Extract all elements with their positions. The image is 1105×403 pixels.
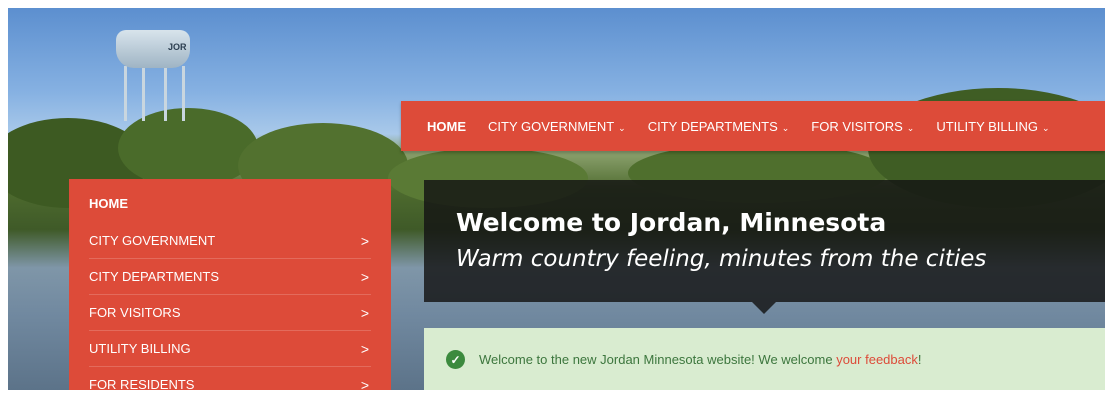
welcome-subtitle: Warm country feeling, minutes from the c…	[456, 246, 987, 272]
chevron-right-icon: >	[360, 376, 369, 393]
tower-leg	[182, 66, 185, 121]
chevron-down-icon: ⌄	[781, 122, 790, 133]
side-nav-utility-billing[interactable]: UTILITY BILLING >	[89, 331, 371, 367]
welcome-title: Welcome to Jordan, Minnesota	[456, 208, 887, 237]
side-nav-for-visitors[interactable]: FOR VISITORS >	[89, 295, 371, 331]
chevron-right-icon: >	[360, 232, 369, 249]
tower-leg	[164, 66, 167, 121]
chevron-down-icon: ⌄	[906, 122, 915, 133]
side-nav-home[interactable]: HOME	[89, 179, 371, 223]
top-nav-city-government[interactable]: CITY GOVERNMENT ⌄	[488, 119, 626, 134]
top-nav-utility-billing[interactable]: UTILITY BILLING ⌄	[936, 119, 1049, 134]
top-navigation-bar: HOME CITY GOVERNMENT ⌄ CITY DEPARTMENTS ⌄ …	[401, 101, 1105, 151]
side-nav-city-departments[interactable]: CITY DEPARTMENTS >	[89, 259, 371, 295]
side-nav-label: HOME	[89, 195, 128, 211]
side-nav-for-residents[interactable]: FOR RESIDENTS >	[89, 367, 371, 403]
check-circle-icon: ✓	[446, 350, 465, 369]
top-nav-city-departments[interactable]: CITY DEPARTMENTS ⌄	[648, 119, 790, 134]
feedback-link[interactable]: your feedback	[836, 352, 918, 367]
chevron-right-icon: >	[360, 304, 369, 321]
side-nav-label: CITY DEPARTMENTS	[89, 269, 220, 284]
chevron-right-icon: >	[360, 268, 369, 285]
chevron-right-icon: >	[360, 340, 369, 357]
top-nav-for-visitors[interactable]: FOR VISITORS ⌄	[811, 119, 914, 134]
tower-leg	[124, 66, 127, 121]
side-navigation-menu: HOME CITY GOVERNMENT > CITY DEPARTMENTS …	[69, 179, 391, 403]
tree-foliage	[118, 108, 258, 188]
side-nav-label: FOR VISITORS	[89, 305, 181, 320]
tower-leg	[142, 66, 145, 121]
chevron-down-icon: ⌄	[1041, 122, 1050, 133]
side-nav-city-government[interactable]: CITY GOVERNMENT >	[89, 223, 371, 259]
chevron-down-icon: ⌄	[618, 122, 626, 133]
side-nav-label: UTILITY BILLING	[89, 341, 191, 356]
water-tower-text: JOR	[168, 42, 187, 52]
banner-pointer	[752, 302, 776, 314]
side-nav-label: CITY GOVERNMENT	[89, 233, 216, 248]
welcome-alert: ✓ Welcome to the new Jordan Minnesota we…	[424, 328, 1105, 390]
top-nav-home[interactable]: HOME	[427, 119, 466, 134]
alert-message: Welcome to the new Jordan Minnesota webs…	[479, 352, 922, 367]
welcome-banner: Welcome to Jordan, Minnesota Warm countr…	[424, 180, 1105, 314]
